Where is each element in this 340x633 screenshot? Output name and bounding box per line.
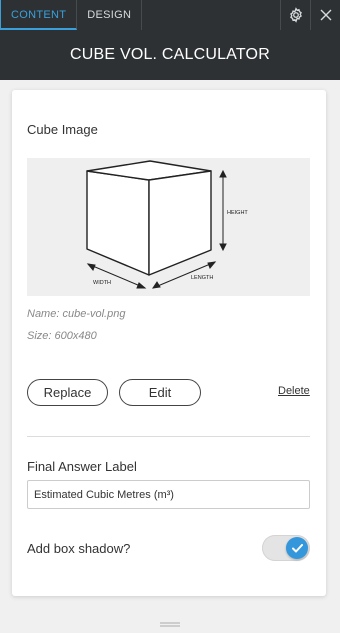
length-dimension-label: LENGTH bbox=[191, 275, 213, 281]
divider bbox=[27, 436, 310, 437]
final-answer-label: Final Answer Label bbox=[27, 459, 137, 474]
toggle-knob bbox=[286, 537, 308, 559]
box-shadow-label: Add box shadow? bbox=[27, 541, 131, 556]
image-name: Name: cube-vol.png bbox=[27, 308, 126, 320]
settings-card: Cube Image HEIGHT WIDTH LENGTH Name: cub… bbox=[12, 90, 326, 596]
height-dimension-label: HEIGHT bbox=[227, 210, 248, 216]
settings-button[interactable] bbox=[280, 0, 310, 30]
page-title: CUBE VOL. CALCULATOR bbox=[70, 46, 270, 63]
final-answer-input[interactable]: Estimated Cubic Metres (m³) bbox=[27, 480, 310, 509]
tab-content[interactable]: CONTENT bbox=[0, 0, 78, 30]
replace-button[interactable]: Replace bbox=[27, 379, 108, 406]
cube-image-label: Cube Image bbox=[27, 122, 98, 137]
tab-design[interactable]: DESIGN bbox=[77, 0, 143, 30]
cube-diagram: HEIGHT WIDTH LENGTH bbox=[86, 160, 248, 289]
image-size: Size: 600x480 bbox=[27, 330, 97, 342]
tab-spacer bbox=[142, 0, 280, 30]
delete-link[interactable]: Delete bbox=[278, 385, 310, 397]
cube-image-preview: HEIGHT WIDTH LENGTH bbox=[27, 158, 310, 296]
checkmark-icon bbox=[291, 543, 303, 552]
top-tab-bar: CONTENT DESIGN bbox=[0, 0, 340, 30]
close-icon bbox=[320, 9, 331, 21]
close-button[interactable] bbox=[310, 0, 340, 30]
panel-header: CUBE VOL. CALCULATOR bbox=[0, 30, 340, 80]
gear-icon bbox=[289, 7, 302, 23]
final-answer-value: Estimated Cubic Metres (m³) bbox=[34, 488, 174, 501]
edit-button[interactable]: Edit bbox=[119, 379, 201, 406]
resize-grip-icon[interactable] bbox=[160, 622, 180, 628]
box-shadow-toggle[interactable] bbox=[262, 535, 310, 561]
width-dimension-label: WIDTH bbox=[93, 280, 111, 286]
